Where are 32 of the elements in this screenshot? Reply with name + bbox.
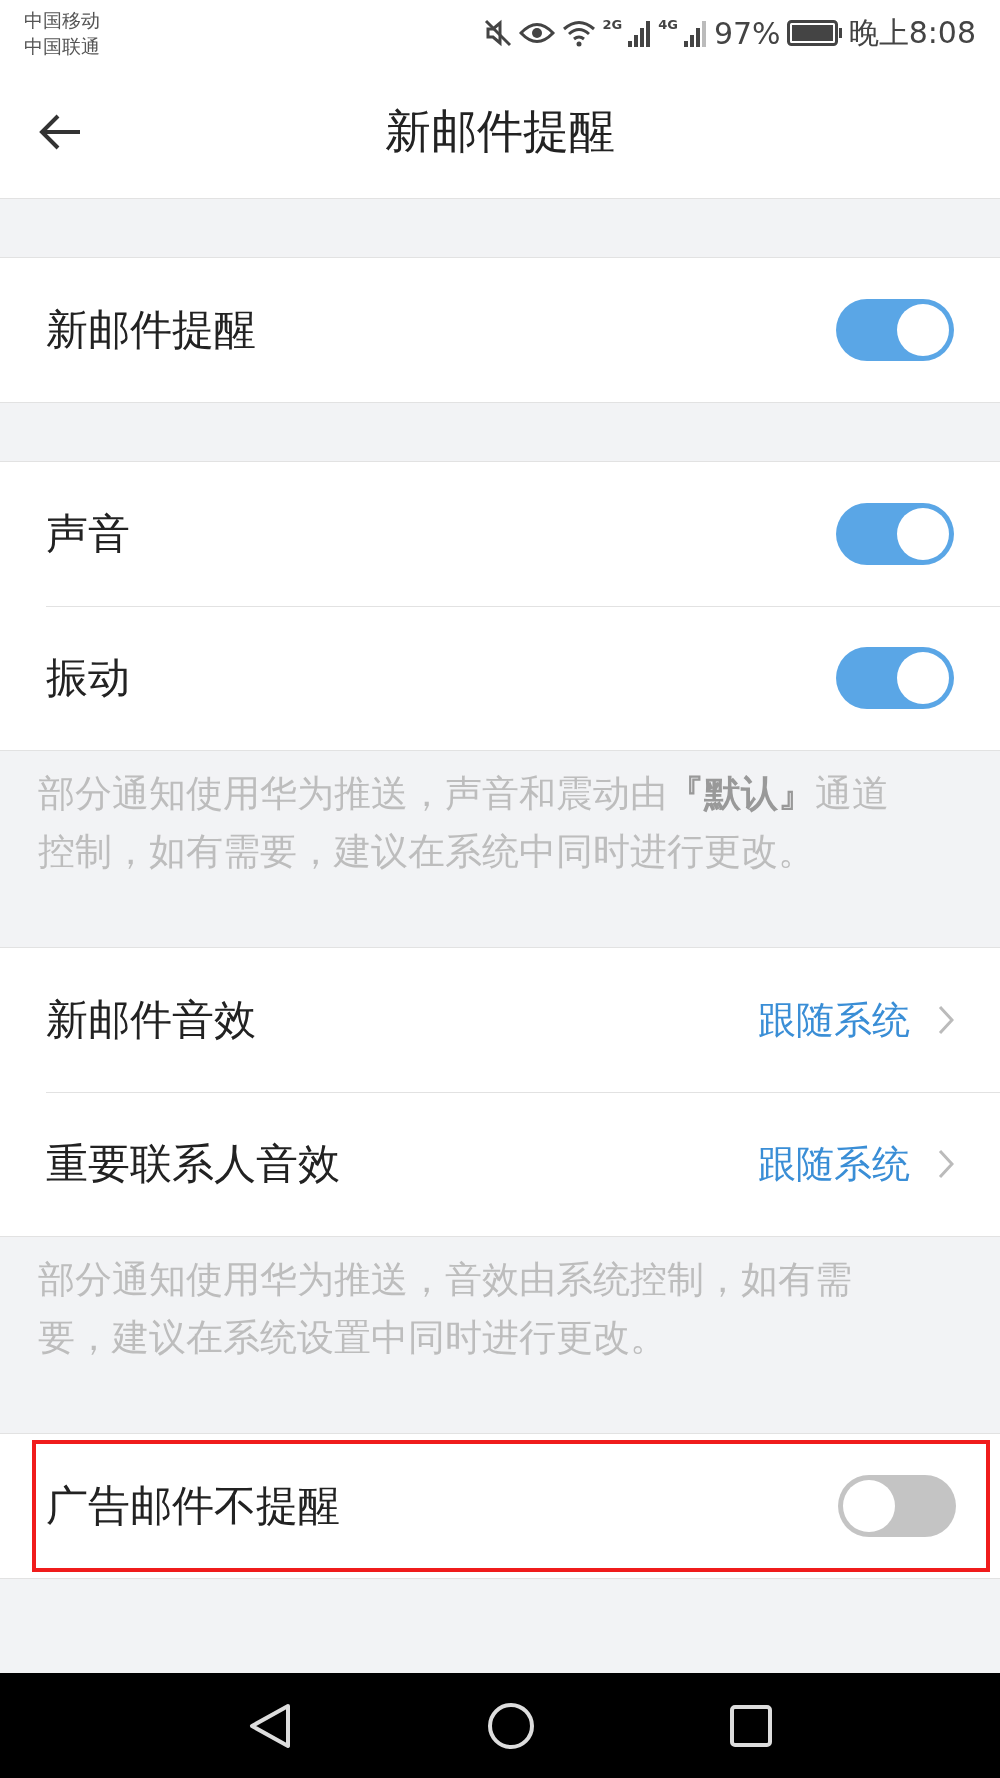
settings-row[interactable]: 新邮件提醒 xyxy=(0,258,1000,402)
chevron-icon xyxy=(938,1149,954,1179)
signal-icon xyxy=(683,19,708,47)
carrier-name: 中国移动 xyxy=(24,8,100,33)
row-label: 广告邮件不提醒 xyxy=(46,1480,341,1532)
row-value: 跟随系统 xyxy=(758,996,910,1044)
settings-row[interactable]: 广告邮件不提醒 xyxy=(26,1434,996,1578)
battery-percent: 97% xyxy=(713,15,781,51)
chevron-icon xyxy=(938,1005,954,1035)
network-label: 4G xyxy=(658,16,678,32)
row-label: 新邮件提醒 xyxy=(46,304,257,356)
back-icon[interactable] xyxy=(247,1701,292,1750)
mute-icon xyxy=(482,18,513,48)
battery-icon xyxy=(786,20,843,46)
row-label: 声音 xyxy=(46,508,131,560)
page-title: 新邮件提醒 xyxy=(384,103,616,160)
row-value: 跟随系统 xyxy=(758,1140,910,1188)
wifi-icon xyxy=(560,18,597,48)
clock: 晚上8:08 xyxy=(848,13,976,52)
network-label: 2G xyxy=(602,16,623,32)
home-icon[interactable] xyxy=(487,1701,535,1750)
recents-icon[interactable] xyxy=(730,1704,773,1747)
settings-row[interactable]: 振动 xyxy=(0,606,1000,750)
row-label: 重要联系人音效 xyxy=(46,1138,341,1190)
settings-row[interactable]: 重要联系人音效 跟随系统 xyxy=(0,1092,1000,1236)
row-label: 振动 xyxy=(46,652,131,704)
settings-row[interactable]: 声音 xyxy=(0,462,1000,606)
row-label: 新邮件音效 xyxy=(46,994,257,1046)
carrier-name: 中国联通 xyxy=(24,34,100,59)
settings-row[interactable]: 新邮件音效 跟随系统 xyxy=(0,948,1000,1092)
eye-icon xyxy=(518,20,555,46)
signal-icon xyxy=(628,19,653,47)
